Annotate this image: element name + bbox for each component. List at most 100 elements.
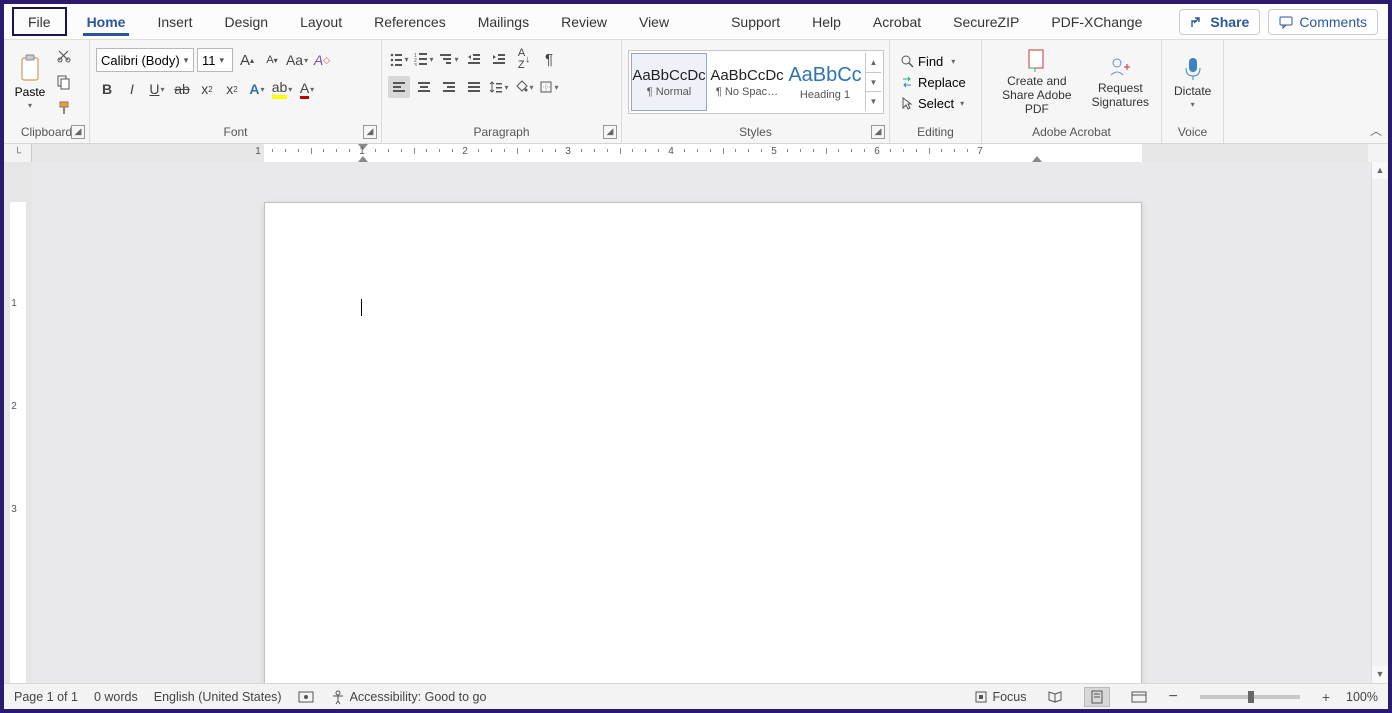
text-cursor [361, 299, 362, 316]
font-launcher[interactable]: ◢ [363, 125, 377, 139]
print-layout-button[interactable] [1084, 687, 1110, 707]
vertical-scrollbar[interactable]: ▲ ▼ [1371, 162, 1388, 683]
tab-acrobat[interactable]: Acrobat [857, 4, 937, 39]
language-indicator[interactable]: English (United States) [154, 690, 282, 704]
tab-selector[interactable]: └ [4, 144, 32, 162]
numbering-button[interactable]: 123▾ [413, 48, 435, 70]
gallery-down[interactable]: ▼ [866, 73, 881, 93]
word-count[interactable]: 0 words [94, 690, 138, 704]
borders-icon [539, 80, 553, 94]
font-name-combo[interactable]: Calibri (Body)▾ [96, 48, 194, 72]
tabs-bar: File Home Insert Design Layout Reference… [4, 4, 1388, 40]
style-nospacing[interactable]: AaBbCcDc ¶ No Spac… [709, 53, 785, 111]
collapse-ribbon-button[interactable]: ︿ [1370, 122, 1382, 139]
gallery-up[interactable]: ▲ [866, 53, 881, 73]
select-button[interactable]: Select▾ [896, 95, 970, 112]
zoom-level[interactable]: 100% [1346, 690, 1378, 704]
create-share-pdf-button[interactable]: Create and Share Adobe PDF [988, 43, 1086, 121]
styles-launcher[interactable]: ◢ [871, 125, 885, 139]
cut-button[interactable] [54, 46, 74, 66]
web-layout-button[interactable] [1126, 687, 1152, 707]
scroll-up-button[interactable]: ▲ [1372, 162, 1388, 179]
gallery-more[interactable]: ▼ [866, 92, 881, 111]
paintbrush-icon [56, 100, 72, 116]
sort-button[interactable]: AZ↓ [513, 48, 535, 70]
page-icon [1089, 690, 1105, 704]
zoom-slider[interactable] [1200, 695, 1300, 699]
align-center-button[interactable] [413, 76, 435, 98]
multilevel-button[interactable]: ▾ [438, 48, 460, 70]
tab-mailings[interactable]: Mailings [462, 4, 545, 39]
page-indicator[interactable]: Page 1 of 1 [14, 690, 78, 704]
underline-button[interactable]: U▾ [146, 78, 168, 100]
font-size-combo[interactable]: 11▾ [197, 48, 233, 72]
text-effects-button[interactable]: A▾ [246, 78, 268, 100]
group-label-editing: Editing [896, 122, 975, 143]
align-right-button[interactable] [438, 76, 460, 98]
tab-review[interactable]: Review [545, 4, 623, 39]
borders-button[interactable]: ▾ [538, 76, 560, 98]
multilevel-icon [439, 52, 453, 66]
paragraph-launcher[interactable]: ◢ [603, 125, 617, 139]
request-signatures-button[interactable]: Request Signatures [1086, 43, 1155, 121]
macro-indicator[interactable] [298, 690, 314, 704]
share-icon [1190, 15, 1204, 29]
tab-help[interactable]: Help [796, 4, 857, 39]
clear-format-button[interactable]: A◇ [311, 49, 333, 71]
find-button[interactable]: Find▾ [896, 53, 970, 70]
line-spacing-button[interactable]: ▾ [488, 76, 510, 98]
tab-layout[interactable]: Layout [284, 4, 358, 39]
comments-button[interactable]: Comments [1268, 9, 1378, 35]
bold-button[interactable]: B [96, 78, 118, 100]
tab-securezip[interactable]: SecureZIP [937, 4, 1035, 39]
tab-insert[interactable]: Insert [141, 4, 208, 39]
tab-pdfxchange[interactable]: PDF-XChange [1035, 4, 1158, 39]
change-case-button[interactable]: Aa▾ [286, 49, 308, 71]
accessibility-status[interactable]: Accessibility: Good to go [330, 689, 487, 705]
tab-home[interactable]: Home [71, 4, 142, 39]
align-right-icon [442, 80, 456, 94]
ribbon: Paste ▾ Clipboard ◢ Calibri (Body)▾ 11▾ … [4, 40, 1388, 144]
tab-support[interactable]: Support [715, 4, 796, 39]
font-color-button[interactable]: A▾ [296, 78, 318, 100]
strike-button[interactable]: ab [171, 78, 193, 100]
tab-file[interactable]: File [12, 7, 67, 36]
dictate-button[interactable]: Dictate ▾ [1168, 43, 1217, 121]
superscript-button[interactable]: x2 [221, 78, 243, 100]
grow-font-button[interactable]: A▴ [236, 49, 258, 71]
dec-indent-button[interactable] [463, 48, 485, 70]
read-mode-button[interactable] [1042, 687, 1068, 707]
share-button[interactable]: Share [1179, 9, 1260, 35]
justify-button[interactable] [463, 76, 485, 98]
align-left-button[interactable] [388, 76, 410, 98]
shading-button[interactable]: ▾ [513, 76, 535, 98]
tab-design[interactable]: Design [208, 4, 284, 39]
italic-button[interactable]: I [121, 78, 143, 100]
vertical-ruler: 123 [4, 162, 32, 683]
tab-references[interactable]: References [358, 4, 462, 39]
style-heading1[interactable]: AaBbCc Heading 1 [787, 53, 863, 111]
bullets-button[interactable]: ▾ [388, 48, 410, 70]
clipboard-launcher[interactable]: ◢ [71, 125, 85, 139]
focus-mode-button[interactable]: Focus [974, 690, 1026, 704]
format-painter-button[interactable] [54, 98, 74, 118]
tab-view[interactable]: View [623, 4, 685, 39]
group-label-acrobat: Adobe Acrobat [988, 122, 1155, 143]
copy-button[interactable] [54, 72, 74, 92]
document-area: 123 ▲ ▼ [4, 162, 1388, 683]
numbering-icon: 123 [414, 52, 428, 66]
style-normal[interactable]: AaBbCcDc ¶ Normal [631, 53, 707, 111]
replace-button[interactable]: Replace [896, 74, 970, 91]
inc-indent-button[interactable] [488, 48, 510, 70]
scroll-down-button[interactable]: ▼ [1372, 666, 1388, 683]
shrink-font-button[interactable]: A▾ [261, 49, 283, 71]
mic-icon [1182, 56, 1204, 82]
zoom-out-button[interactable]: − [1168, 688, 1177, 706]
highlight-button[interactable]: ab▾ [271, 78, 293, 100]
web-icon [1131, 690, 1147, 704]
subscript-button[interactable]: x2 [196, 78, 218, 100]
paste-button[interactable]: Paste ▾ [10, 55, 50, 110]
zoom-in-button[interactable]: + [1322, 689, 1330, 705]
show-marks-button[interactable]: ¶ [538, 48, 560, 70]
document-page[interactable] [264, 202, 1142, 683]
